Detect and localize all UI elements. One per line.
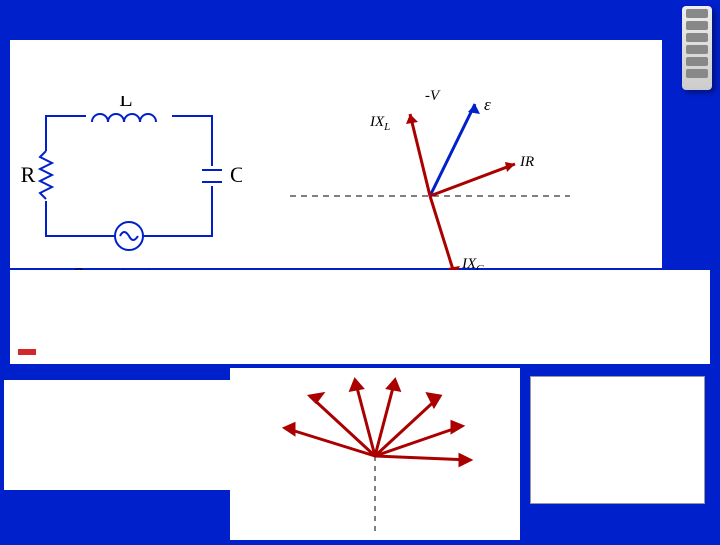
svg-text:L: L <box>119 96 132 111</box>
rlc-circuit-diagram: L R C ℰ sin(ωt) <box>16 96 242 294</box>
page-title <box>0 0 720 4</box>
svg-text:C: C <box>230 162 242 187</box>
results-bar-chart <box>530 376 705 504</box>
svg-text:IR: IR <box>519 154 534 170</box>
svg-text:IXL: IXL <box>369 114 390 133</box>
clicker-device-icon <box>682 6 712 90</box>
option-a <box>18 349 36 355</box>
explanation-text <box>10 270 710 340</box>
svg-text:ε: ε <box>484 95 491 114</box>
question-panel: L R C ℰ sin(ωt) ε IXL <box>10 40 662 268</box>
svg-text:-V: -V <box>425 88 441 104</box>
phasor-fan-diagram <box>230 368 520 540</box>
followup-question <box>4 380 234 490</box>
answer-options <box>10 340 710 364</box>
svg-text:R: R <box>21 162 36 187</box>
